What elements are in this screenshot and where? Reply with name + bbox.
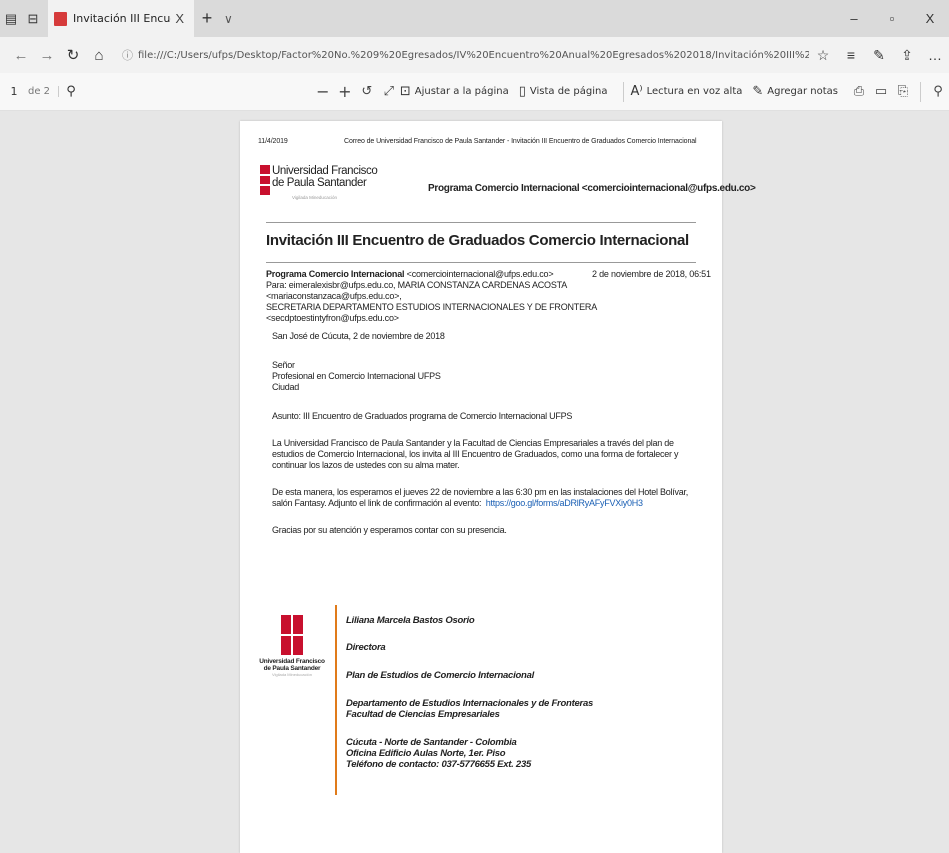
sig-city: Cúcuta - Norte de Santander - Colombia: [346, 737, 517, 748]
from-header: Programa Comercio Internacional <comerci…: [428, 183, 756, 194]
sig-faculty: Facultad de Ciencias Empresariales: [346, 709, 500, 720]
more-icon[interactable]: …: [921, 47, 949, 63]
maximize-icon[interactable]: ▫: [873, 0, 911, 37]
fit-page-button[interactable]: ⊡ Ajustar a la página: [400, 84, 509, 99]
tab-title: Invitación III Encuentro: [73, 12, 171, 25]
place-date: San José de Cúcuta, 2 de noviembre de 20…: [272, 331, 445, 341]
pdf-file-icon: [54, 11, 67, 26]
tab-list-icon[interactable]: ∨: [224, 12, 233, 26]
read-aloud-icon: A⁾: [630, 84, 643, 99]
page-view-icon: ▯: [518, 84, 526, 99]
close-window-icon[interactable]: X: [911, 0, 949, 37]
refresh-icon[interactable]: ↻: [60, 46, 86, 64]
url-text: file:///C:/Users/ufps/Desktop/Factor%20N…: [138, 49, 809, 61]
email-body: San José de Cúcuta, 2 de noviembre de 20…: [272, 331, 692, 548]
toolbar-divider: [920, 81, 921, 102]
back-icon[interactable]: ←: [8, 47, 34, 64]
closing: Gracias por su atención y esperamos cont…: [272, 525, 507, 535]
pen-icon[interactable]: ✎: [865, 47, 893, 64]
recipients-line1: Para: eimeralexisbr@ufps.edu.co, MARIA C…: [266, 280, 567, 301]
sig-role: Directora: [346, 642, 386, 653]
sig-plan: Plan de Estudios de Comercio Internacion…: [346, 670, 534, 681]
sender-name: Programa Comercio Internacional: [266, 269, 405, 279]
tab-preview-icon[interactable]: ⊟: [22, 8, 44, 30]
share-icon[interactable]: ⇪: [893, 47, 921, 64]
home-icon[interactable]: ⌂: [86, 47, 112, 64]
print-date: 11/4/2019: [258, 138, 288, 145]
save-icon[interactable]: ▭: [870, 84, 892, 99]
divider: [266, 262, 696, 263]
tabs-aside-icon[interactable]: ▤: [0, 8, 22, 30]
sig-dept: Departamento de Estudios Internacionales…: [346, 698, 594, 709]
logo-mark: [260, 165, 270, 196]
address-bar: ← → ↻ ⌂ ⓘ file:///C:/Users/ufps/Desktop/…: [0, 37, 949, 73]
page-view-button[interactable]: ▯ Vista de página: [519, 84, 608, 99]
toolbar-divider: [623, 81, 625, 102]
pdf-viewer[interactable]: 11/4/2019 Correo de Universidad Francisc…: [0, 111, 949, 853]
add-notes-button[interactable]: ✎ Agregar notas: [752, 84, 838, 99]
url-field[interactable]: ⓘ file:///C:/Users/ufps/Desktop/Factor%2…: [122, 42, 809, 68]
paragraph-1: La Universidad Francisco de Paula Santan…: [272, 438, 679, 470]
search-icon[interactable]: ⚲: [59, 84, 83, 99]
paragraph-2: De esta manera, los esperamos el jueves …: [272, 487, 688, 508]
logo-subtitle: Vigilada Mineducación: [292, 195, 337, 200]
zoom-in-icon[interactable]: +: [334, 82, 356, 101]
favorite-star-icon[interactable]: ☆: [809, 47, 837, 64]
print-header: 11/4/2019 Correo de Universidad Francisc…: [258, 138, 697, 145]
rotate-icon[interactable]: ↺: [356, 84, 378, 99]
info-icon: ⓘ: [122, 49, 133, 62]
print-title: Correo de Universidad Francisco de Paula…: [344, 138, 697, 145]
print-icon[interactable]: ⎙: [848, 84, 870, 99]
sig-name: Liliana Marcela Bastos Osorio: [346, 615, 475, 626]
tab-active[interactable]: Invitación III Encuentro X: [48, 0, 194, 37]
new-tab-button[interactable]: +: [194, 0, 220, 37]
title-bar: ▤ ⊟ Invitación III Encuentro X + ∨ – ▫ X: [0, 0, 949, 37]
fullscreen-icon[interactable]: ⤢: [378, 84, 400, 99]
save-as-icon[interactable]: ⎘: [892, 84, 914, 99]
email-subject: Invitación III Encuentro de Graduados Co…: [266, 232, 689, 249]
ufps-logo-mark: [281, 615, 303, 655]
window-controls: – ▫ X: [835, 0, 949, 37]
sig-office: Oficina Edificio Aulas Norte, 1er. Piso: [346, 748, 506, 759]
addressee: Señor Profesional en Comercio Internacio…: [272, 360, 441, 392]
minimize-icon[interactable]: –: [835, 0, 873, 37]
signature-divider: [335, 605, 337, 795]
email-meta: Programa Comercio Internacional <comerci…: [266, 269, 711, 324]
forward-icon[interactable]: →: [34, 47, 60, 64]
logo-name-line1: Universidad Francisco: [272, 165, 378, 177]
page-number-input[interactable]: 1: [4, 85, 24, 98]
confirmation-link[interactable]: https://goo.gl/forms/aDRlRyAFyFVXiy0H3: [486, 498, 643, 508]
signature-block: Liliana Marcela Bastos Osorio Directora …: [346, 615, 593, 770]
sent-date: 2 de noviembre de 2018, 06:51: [592, 269, 711, 279]
add-notes-icon: ✎: [752, 84, 764, 99]
university-logo: Universidad Francisco de Paula Santander: [260, 165, 378, 196]
sender-email: <comerciointernacional@ufps.edu.co>: [404, 269, 554, 279]
signature-logo: Universidad Francisco de Paula Santander…: [258, 615, 326, 677]
fit-page-icon: ⊡: [399, 84, 411, 99]
favorites-list-icon[interactable]: ≡: [837, 47, 865, 63]
close-tab-icon[interactable]: X: [171, 11, 188, 26]
pin-toolbar-icon[interactable]: ⚲: [927, 84, 949, 99]
pdf-toolbar: 1 de 2 ⚲ − + ↺ ⤢ ⊡ Ajustar a la página ▯ V…: [0, 73, 949, 111]
divider: [266, 222, 696, 223]
asunto: Asunto: III Encuentro de Graduados progr…: [272, 411, 573, 421]
logo-name-line2: de Paula Santander: [272, 177, 367, 189]
sig-phone: Teléfono de contacto: 037-5776655 Ext. 2…: [346, 759, 532, 770]
pdf-page: 11/4/2019 Correo de Universidad Francisc…: [240, 121, 756, 853]
read-aloud-button[interactable]: A⁾ Lectura en voz alta: [630, 84, 742, 99]
recipients-line2: SECRETARIA DEPARTAMENTO ESTUDIOS INTERNA…: [266, 302, 597, 323]
page-count: de 2: [24, 86, 60, 97]
zoom-out-icon[interactable]: −: [312, 82, 334, 101]
